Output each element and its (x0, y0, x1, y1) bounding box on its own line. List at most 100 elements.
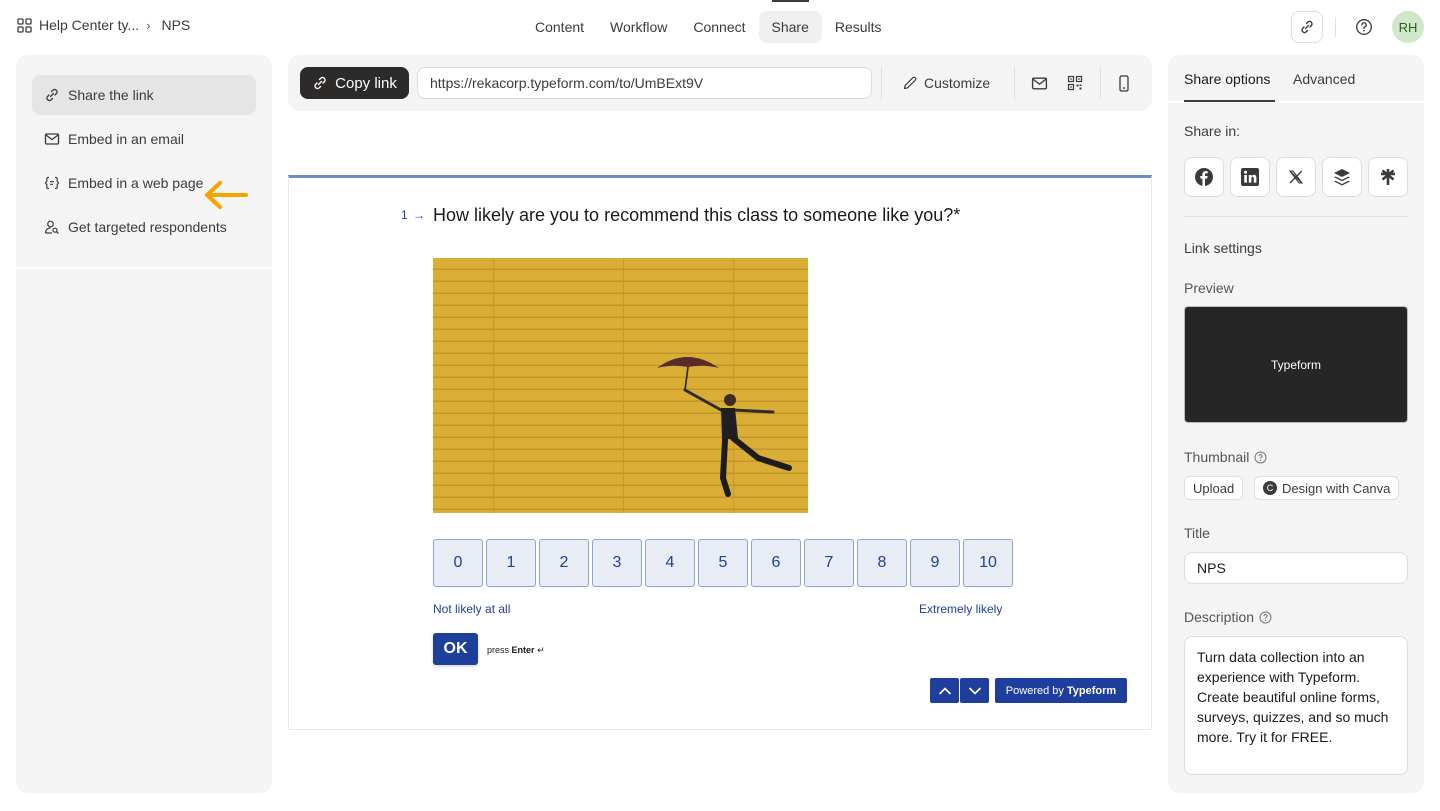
link-icon (44, 87, 60, 103)
press-hint-prefix: press (487, 645, 510, 655)
scale-label-low: Not likely at all (433, 602, 511, 616)
menu-item-share-link[interactable]: Share the link (32, 75, 256, 115)
breadcrumb: Help Center ty... › NPS (17, 17, 190, 33)
social-share-buttons (1184, 157, 1408, 197)
linkedin-icon (1240, 167, 1260, 187)
menu-item-label: Embed in a web page (68, 175, 204, 191)
share-buffer-button[interactable] (1322, 157, 1362, 197)
top-right-actions: RH (1291, 11, 1424, 43)
link-preview-card: Typeform (1184, 306, 1408, 423)
powered-by-prefix: Powered by (1005, 684, 1064, 697)
share-linkedin-button[interactable] (1230, 157, 1270, 197)
person-search-icon (44, 219, 60, 235)
menu-item-targeted-respondents[interactable]: Get targeted respondents (32, 207, 256, 247)
tab-share[interactable]: Share (758, 0, 822, 43)
ok-button[interactable]: OK (433, 633, 478, 665)
powered-by-typeform-badge[interactable]: Powered by Typeform (995, 678, 1127, 703)
tab-content[interactable]: Content (522, 11, 597, 43)
preview-label: Preview (1184, 280, 1234, 296)
scale-option-1[interactable]: 1 (486, 539, 536, 587)
share-linktree-button[interactable] (1368, 157, 1408, 197)
tab-advanced[interactable]: Advanced (1293, 71, 1355, 87)
divider (1335, 17, 1336, 37)
scale-option-7[interactable]: 7 (804, 539, 854, 587)
link-icon (1299, 19, 1315, 35)
pencil-icon (902, 75, 918, 91)
title-input[interactable]: NPS (1184, 552, 1408, 584)
customize-label: Customize (924, 75, 991, 91)
description-textarea[interactable]: Turn data collection into an experience … (1184, 636, 1408, 775)
grid-icon[interactable] (17, 17, 32, 33)
chevron-down-icon (968, 686, 982, 696)
avatar[interactable]: RH (1392, 11, 1424, 43)
divider (1014, 67, 1015, 99)
scale-option-2[interactable]: 2 (539, 539, 589, 587)
question-number-value: 1 (401, 208, 408, 222)
mobile-icon (1116, 74, 1132, 92)
breadcrumb-form-name[interactable]: NPS (161, 17, 190, 33)
tab-workflow[interactable]: Workflow (597, 11, 680, 43)
share-in-label: Share in: (1184, 123, 1241, 139)
tab-connect[interactable]: Connect (680, 11, 758, 43)
scale-option-9[interactable]: 9 (910, 539, 960, 587)
divider (1184, 216, 1408, 217)
press-enter-hint: press Enter ↵ (487, 645, 545, 656)
copy-link-label: Copy link (335, 74, 397, 92)
link-icon (312, 75, 328, 91)
share-options-tabs: Share options Advanced (1168, 55, 1424, 103)
canva-label: Design with Canva (1282, 480, 1391, 496)
share-url-field[interactable]: https://rekacorp.typeform.com/to/UmBExt9… (417, 67, 872, 99)
linktree-icon (1378, 167, 1398, 187)
buffer-icon (1332, 167, 1352, 187)
divider (881, 67, 882, 99)
email-share-button[interactable] (1028, 72, 1050, 94)
scale-label-high: Extremely likely (919, 602, 1003, 616)
previous-question-button[interactable] (930, 678, 959, 703)
mobile-preview-button[interactable] (1113, 72, 1135, 94)
canva-icon: C (1263, 481, 1277, 495)
share-options-panel: Share options Advanced Share in: Link se… (1168, 55, 1424, 793)
help-icon (1355, 18, 1373, 36)
scale-option-10[interactable]: 10 (963, 539, 1013, 587)
upload-thumbnail-button[interactable]: Upload (1184, 476, 1244, 500)
mail-icon (44, 131, 60, 147)
menu-item-label: Embed in an email (68, 131, 184, 147)
qr-code-button[interactable] (1064, 72, 1086, 94)
help-button[interactable] (1348, 11, 1380, 43)
mail-icon (1031, 75, 1048, 92)
title-label: Title (1184, 525, 1210, 541)
chevron-up-icon (938, 686, 952, 696)
code-icon (44, 175, 60, 191)
copy-link-button[interactable]: Copy link (300, 67, 409, 99)
form-preview: 1 → How likely are you to recommend this… (288, 175, 1152, 730)
scale-option-5[interactable]: 5 (698, 539, 748, 587)
menu-item-label: Get targeted respondents (68, 219, 227, 235)
scale-option-6[interactable]: 6 (751, 539, 801, 587)
description-label: Description (1184, 609, 1272, 625)
info-icon[interactable] (1254, 451, 1267, 464)
scale-option-3[interactable]: 3 (592, 539, 642, 587)
chevron-right-icon: › (146, 17, 151, 33)
thumbnail-label-text: Thumbnail (1184, 449, 1250, 465)
copy-link-top-button[interactable] (1291, 11, 1323, 43)
tab-share-options[interactable]: Share options (1184, 71, 1270, 87)
annotation-arrow-icon (202, 179, 248, 211)
question-navigation (930, 678, 989, 703)
question-image (433, 258, 808, 513)
menu-item-embed-email[interactable]: Embed in an email (32, 119, 256, 159)
design-with-canva-button[interactable]: C Design with Canva (1254, 476, 1400, 500)
breadcrumb-workspace[interactable]: Help Center ty... (39, 17, 139, 33)
next-question-button[interactable] (960, 678, 989, 703)
tab-results[interactable]: Results (822, 11, 895, 43)
x-icon (1288, 169, 1304, 185)
divider (16, 267, 272, 269)
scale-option-0[interactable]: 0 (433, 539, 483, 587)
active-tab-indicator (1184, 100, 1275, 102)
share-facebook-button[interactable] (1184, 157, 1224, 197)
share-x-button[interactable] (1276, 157, 1316, 197)
scale-option-4[interactable]: 4 (645, 539, 695, 587)
press-hint-key: Enter (511, 645, 535, 655)
customize-button[interactable]: Customize (902, 67, 990, 99)
info-icon[interactable] (1259, 611, 1272, 624)
scale-option-8[interactable]: 8 (857, 539, 907, 587)
